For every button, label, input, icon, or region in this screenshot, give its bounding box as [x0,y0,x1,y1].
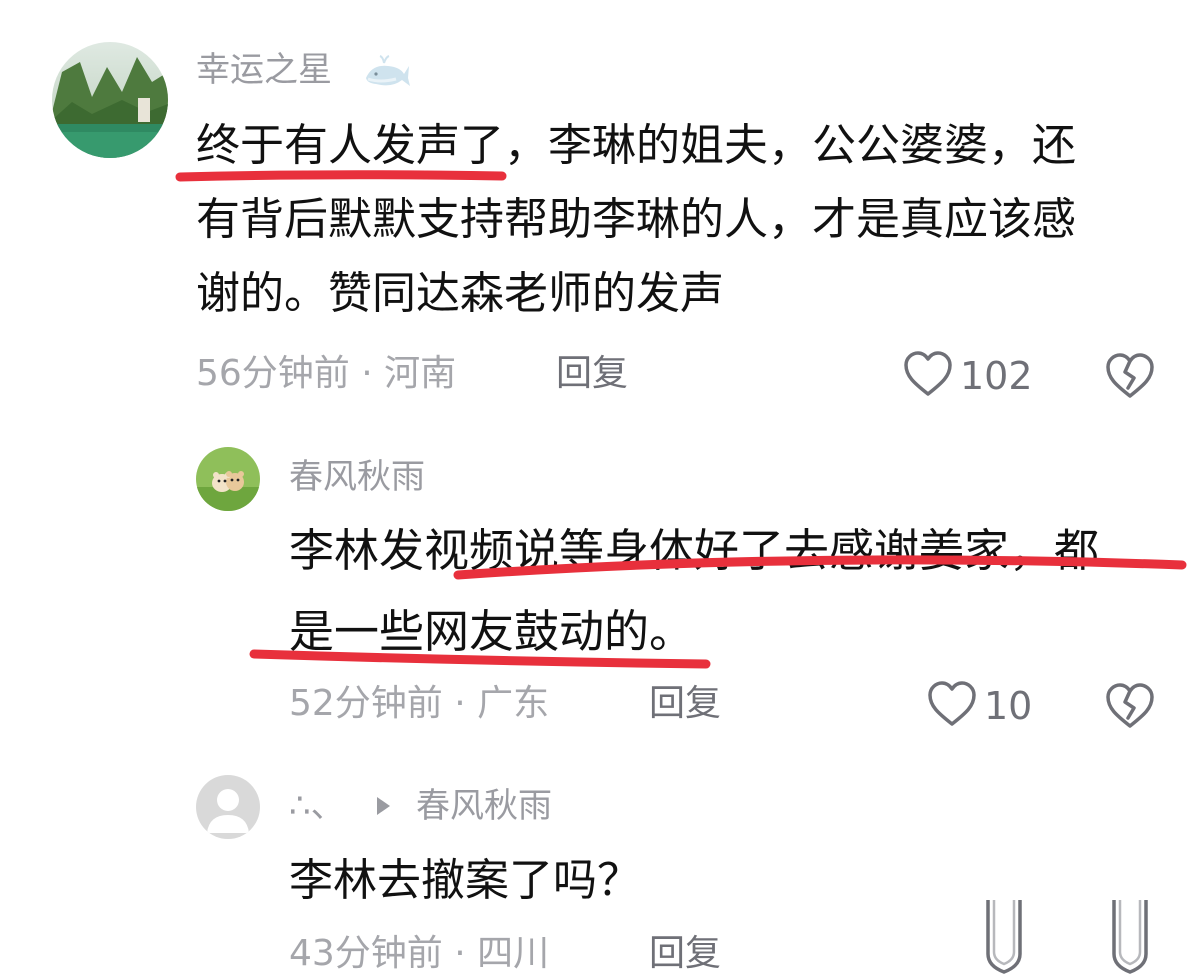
dislike-button[interactable] [1104,682,1156,734]
reply-arrow-icon [372,793,394,823]
heart-icon [902,350,954,402]
username[interactable]: 幸运之星 [196,53,332,87]
default-user-icon [207,789,249,833]
partial-heart-icon [986,900,1022,974]
comment-meta: 43分钟前 · 四川 [289,933,550,974]
broken-heart-icon [1106,683,1154,728]
comment-meta: 52分钟前 · 广东 [289,683,550,724]
like-count: 10 [984,684,1033,728]
hamster-avatar-image [196,447,260,511]
dislike-button[interactable] [1110,900,1150,975]
whale-icon [362,52,412,96]
comment-text-line: 李林发视频说等身体好了去感谢姜家，都 [289,524,1100,577]
comment-text-line: 有背后默默支持帮助李琳的人，才是真应该感 [196,194,1076,245]
broken-heart-icon [1106,353,1154,398]
partial-broken-heart-icon [1112,900,1148,974]
comment-text-line: 是一些网友鼓动的。 [289,605,695,658]
username[interactable]: ∴、 [289,789,345,823]
comment-text-line: 李林去撤案了吗？ [289,855,641,906]
reply-button[interactable]: 回复 [649,686,721,722]
reply-button[interactable]: 回复 [556,356,628,392]
like-button[interactable] [984,900,1024,975]
comment-meta: 56分钟前 · 河南 [196,353,457,394]
avatar[interactable] [52,42,168,158]
avatar[interactable] [196,447,260,511]
like-button[interactable]: 10 [926,680,1032,732]
comment-text-line: 谢的。赞同达森老师的发声 [196,268,724,319]
username[interactable]: 春风秋雨 [289,460,425,494]
landscape-avatar-image [52,42,168,158]
like-count: 102 [960,354,1033,398]
avatar[interactable] [196,775,260,839]
comment-text-line: 终于有人发声了，李琳的姐夫，公公婆婆，还 [196,120,1076,171]
dislike-button[interactable] [1104,352,1156,404]
heart-icon [926,680,978,732]
reply-to-username[interactable]: 春风秋雨 [416,789,552,823]
reply-button[interactable]: 回复 [649,936,721,972]
like-button[interactable]: 102 [902,350,1033,402]
